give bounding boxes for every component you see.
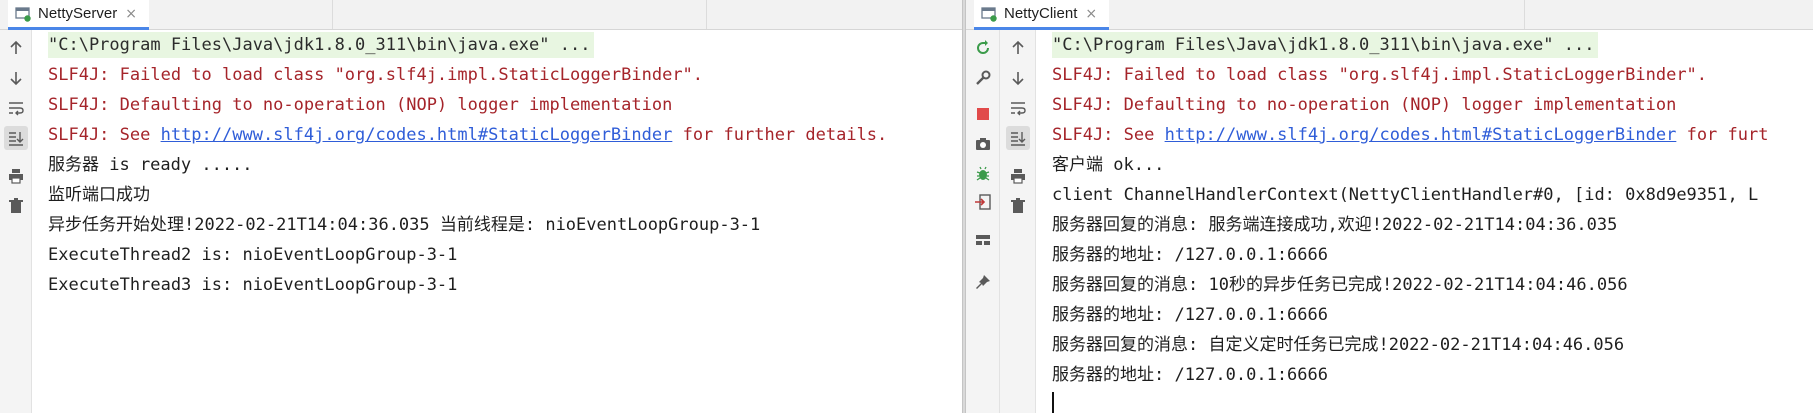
console-link[interactable]: http://www.slf4j.org/codes.html#StaticLo… [1165,125,1677,145]
arrow-up-icon[interactable] [4,36,28,60]
console-line: SLF4J: See http://www.slf4j.org/codes.ht… [1052,122,1768,148]
line-prefix: SLF4J: See [48,125,161,145]
console-line: "C:\Program Files\Java\jdk1.8.0_311\bin\… [1052,32,1599,58]
tab-separator [332,0,333,29]
console-output[interactable]: "C:\Program Files\Java\jdk1.8.0_311\bin\… [1036,30,1813,413]
console-line: 服务器的地址: /127.0.0.1:6666 [1052,305,1328,325]
console-line: 监听端口成功 [48,185,150,205]
console-line: "C:\Program Files\Java\jdk1.8.0_311\bin\… [48,32,595,58]
scroll-to-end-icon[interactable] [4,126,28,150]
trash-icon[interactable] [1006,194,1030,218]
soft-wrap-icon[interactable] [4,96,28,120]
print-icon[interactable] [4,164,28,188]
arrow-up-icon[interactable] [1006,36,1030,60]
line-prefix: SLF4J: See [1052,125,1165,145]
console-line: 异步任务开始处理!2022-02-21T14:04:36.035 当前线程是: … [48,215,761,235]
scroll-to-end-icon[interactable] [1006,126,1030,150]
arrow-down-icon[interactable] [4,66,28,90]
tab-close-icon[interactable]: × [1085,6,1097,22]
tab-label: NettyClient [1004,5,1078,22]
tab-netty-server[interactable]: NettyServer × [8,0,149,30]
console-toolbar [0,30,32,413]
console-link[interactable]: http://www.slf4j.org/codes.html#StaticLo… [161,125,673,145]
login-icon[interactable] [971,190,995,214]
tab-separator [1524,0,1525,29]
tab-netty-client[interactable]: NettyClient × [974,0,1110,30]
console-line: SLF4J: Defaulting to no-operation (NOP) … [1052,95,1677,115]
run-config-icon [980,5,998,23]
console-line: ExecuteThread3 is: nioEventLoopGroup-3-1 [48,275,458,295]
netty-server-panel: NettyServer × "C:\Program Files\Java\jdk… [0,0,962,413]
tab-bar: NettyClient × [966,0,1813,30]
console-output[interactable]: "C:\Program Files\Java\jdk1.8.0_311\bin\… [32,30,962,413]
console-line: SLF4J: Failed to load class "org.slf4j.i… [1052,65,1708,85]
soft-wrap-icon[interactable] [1006,96,1030,120]
tab-label: NettyServer [38,5,118,22]
stop-icon[interactable] [971,102,995,126]
console-line: SLF4J: Failed to load class "org.slf4j.i… [48,65,704,85]
console-line: 服务器回复的消息: 自定义定时任务已完成!2022-02-21T14:04:46… [1052,335,1625,355]
rerun-icon[interactable] [971,36,995,60]
print-icon[interactable] [1006,164,1030,188]
console-line: ExecuteThread2 is: nioEventLoopGroup-3-1 [48,245,458,265]
console-toolbar [1000,30,1036,413]
console-line: 服务器回复的消息: 10秒的异步任务已完成!2022-02-21T14:04:4… [1052,275,1628,295]
text-cursor [1052,392,1054,413]
line-suffix: for furt [1676,125,1769,145]
console-line: SLF4J: See http://www.slf4j.org/codes.ht… [48,122,887,148]
tab-bar: NettyServer × [0,0,962,30]
console-line: 服务器的地址: /127.0.0.1:6666 [1052,365,1328,385]
tab-close-icon[interactable]: × [125,6,137,22]
trash-icon[interactable] [4,194,28,218]
layout-icon[interactable] [971,228,995,252]
console-line: 服务器 is ready ..... [48,155,253,175]
pin-icon[interactable] [971,270,995,294]
line-suffix: for further details. [672,125,888,145]
console-line: client ChannelHandlerContext(NettyClient… [1052,185,1759,205]
console-line: 服务器的地址: /127.0.0.1:6666 [1052,245,1328,265]
wrench-icon[interactable] [971,66,995,90]
run-config-icon [14,5,32,23]
arrow-down-icon[interactable] [1006,66,1030,90]
run-toolbar [966,30,1000,413]
tab-separator [706,0,707,29]
debug-bug-icon[interactable] [971,162,995,186]
console-line: SLF4J: Defaulting to no-operation (NOP) … [48,95,673,115]
netty-client-panel: NettyClient × "C:\Program Files\Java\jdk… [966,0,1813,413]
run-tool-window: NettyServer × "C:\Program Files\Java\jdk… [0,0,1813,413]
console-line: 服务器回复的消息: 服务端连接成功,欢迎!2022-02-21T14:04:36… [1052,215,1618,235]
console-line: 客户端 ok... [1052,155,1165,175]
camera-icon[interactable] [971,132,995,156]
